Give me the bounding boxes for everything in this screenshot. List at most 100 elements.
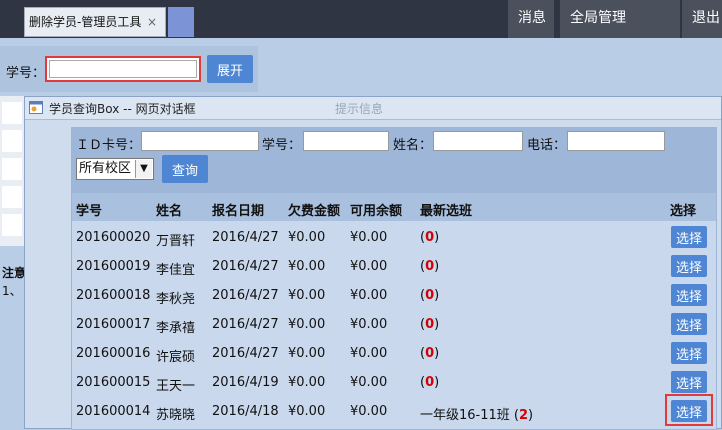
header-name: 姓名 xyxy=(156,204,183,219)
cell-name: 万晋轩 xyxy=(156,234,196,249)
class-suffix: ) xyxy=(434,230,440,245)
close-icon[interactable]: × xyxy=(147,8,157,36)
class-suffix: ) xyxy=(434,259,440,274)
cell-owed: ¥0.00 xyxy=(288,230,326,245)
cell-student-number: 201600017 xyxy=(76,317,151,332)
table-row: 201600018 李秋尧 2016/4/27 ¥0.00 ¥0.00 (0) 选择 xyxy=(72,281,716,310)
cell-student-number: 201600020 xyxy=(76,230,151,245)
dialog-student-number-input[interactable] xyxy=(303,131,389,151)
cell-name: 李承禧 xyxy=(156,321,196,336)
class-count: 0 xyxy=(425,375,435,390)
cell-student-number: 201600015 xyxy=(76,375,151,390)
cell-owed: ¥0.00 xyxy=(288,346,326,361)
cell-name: 许宸硕 xyxy=(156,350,196,365)
tab-new[interactable] xyxy=(168,7,194,37)
class-suffix: ) xyxy=(434,317,440,332)
class-suffix: ) xyxy=(434,346,440,361)
cell-enroll-date: 2016/4/27 xyxy=(212,346,279,361)
dialog-title: 学员查询Box -- 网页对话框 xyxy=(49,102,196,116)
cell-balance: ¥0.00 xyxy=(350,375,388,390)
class-count: 2 xyxy=(518,408,529,423)
cell-name: 李佳宜 xyxy=(156,263,196,278)
header-owed: 欠费金额 xyxy=(288,204,341,219)
table-row: 201600015 王天一 2016/4/19 ¥0.00 ¥0.00 (0) 选择 xyxy=(72,368,716,397)
table-row: 201600019 李佳宜 2016/4/27 ¥0.00 ¥0.00 (0) 选择 xyxy=(72,252,716,281)
nav-global-admin[interactable]: 全局管理 xyxy=(560,0,680,38)
class-suffix: ) xyxy=(434,375,440,390)
header-latest-class: 最新选班 xyxy=(420,204,473,219)
phone-input[interactable] xyxy=(567,131,665,151)
cell-enroll-date: 2016/4/19 xyxy=(212,375,279,390)
cell-student-number: 201600014 xyxy=(76,404,151,419)
select-button[interactable]: 选择 xyxy=(671,255,707,277)
cell-enroll-date: 2016/4/27 xyxy=(212,288,279,303)
cell-enroll-date: 2016/4/27 xyxy=(212,259,279,274)
cell-latest-class: (0) xyxy=(420,346,439,361)
id-card-label: ＩＤ卡号： xyxy=(76,138,142,153)
dialog-title-bar[interactable]: 学员查询Box -- 网页对话框 提示信息 xyxy=(25,97,721,120)
cell-enroll-date: 2016/4/18 xyxy=(212,404,279,419)
select-button[interactable]: 选择 xyxy=(671,371,707,393)
class-count: 0 xyxy=(425,288,435,303)
cell-enroll-date: 2016/4/27 xyxy=(212,317,279,332)
tab-label: 删除学员-管理员工具 xyxy=(29,15,142,29)
expand-button[interactable]: 展开 xyxy=(207,55,253,83)
name-input[interactable] xyxy=(433,131,523,151)
class-count: 0 xyxy=(425,346,435,361)
cell-owed: ¥0.00 xyxy=(288,317,326,332)
cell-latest-class: (0) xyxy=(420,288,439,303)
tab-delete-student[interactable]: 删除学员-管理员工具 × xyxy=(24,7,166,37)
select-button[interactable]: 选择 xyxy=(671,284,707,306)
panel-cell xyxy=(2,186,22,208)
table-header: 学号 姓名 报名日期 欠费金额 可用余额 最新选班 选择 xyxy=(72,193,716,221)
note-heading: 注意 xyxy=(2,266,27,280)
class-name: 一年级16-11班 ( xyxy=(420,408,519,423)
cell-latest-class: (0) xyxy=(420,230,439,245)
note-item: 1、 xyxy=(2,284,22,298)
nav-messages[interactable]: 消息 xyxy=(508,0,554,38)
panel-cell xyxy=(2,102,22,124)
student-number-input[interactable] xyxy=(49,60,197,78)
cell-student-number: 201600016 xyxy=(76,346,151,361)
cell-balance: ¥0.00 xyxy=(350,317,388,332)
cell-name: 王天一 xyxy=(156,379,196,394)
student-number-label: 学号： xyxy=(6,66,46,81)
class-count: 0 xyxy=(425,230,435,245)
select-button[interactable]: 选择 xyxy=(671,342,707,364)
webpage-icon xyxy=(29,101,43,114)
cell-owed: ¥0.00 xyxy=(288,259,326,274)
student-table: 学号 姓名 报名日期 欠费金额 可用余额 最新选班 选择 201600020 万晋… xyxy=(72,193,716,429)
cell-name: 苏晓晓 xyxy=(156,408,196,423)
cell-student-number: 201600018 xyxy=(76,288,151,303)
nav-exit[interactable]: 退出 xyxy=(682,0,722,38)
cell-balance: ¥0.00 xyxy=(350,404,388,419)
select-button[interactable]: 选择 xyxy=(671,313,707,335)
cell-owed: ¥0.00 xyxy=(288,404,326,419)
cell-balance: ¥0.00 xyxy=(350,288,388,303)
cell-balance: ¥0.00 xyxy=(350,346,388,361)
panel-cell xyxy=(2,214,22,236)
cell-student-number: 201600019 xyxy=(76,259,151,274)
class-suffix: ) xyxy=(528,408,534,423)
class-count: 0 xyxy=(425,317,435,332)
top-bar: 删除学员-管理员工具 × 消息 全局管理 退出 xyxy=(0,0,722,38)
select-button[interactable]: 选择 xyxy=(671,400,707,422)
header-select: 选择 xyxy=(670,204,697,219)
name-label: 姓名： xyxy=(393,138,433,153)
id-card-input[interactable] xyxy=(141,131,259,151)
cell-owed: ¥0.00 xyxy=(288,288,326,303)
select-button[interactable]: 选择 xyxy=(671,226,707,248)
cell-latest-class: (0) xyxy=(420,259,439,274)
campus-select[interactable]: 所有校区 ▼ xyxy=(76,158,154,180)
header-enroll-date: 报名日期 xyxy=(212,204,265,219)
cell-latest-class: (0) xyxy=(420,317,439,332)
query-button[interactable]: 查询 xyxy=(162,155,208,183)
cell-balance: ¥0.00 xyxy=(350,259,388,274)
class-suffix: ) xyxy=(434,288,440,303)
cell-owed: ¥0.00 xyxy=(288,375,326,390)
cell-enroll-date: 2016/4/27 xyxy=(212,230,279,245)
panel-cell xyxy=(2,130,22,152)
cell-latest-class: 一年级16-11班 (2) xyxy=(420,404,533,423)
table-row: 201600014 苏晓晓 2016/4/18 ¥0.00 ¥0.00 一年级16-11班… xyxy=(72,394,716,426)
dialog-hint-text: 提示信息 xyxy=(335,102,384,116)
